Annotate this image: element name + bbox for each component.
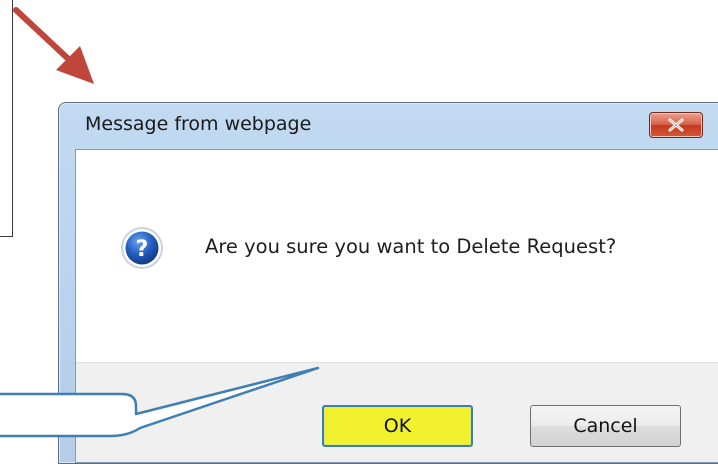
button-bar: OK Cancel — [76, 362, 718, 462]
close-icon — [668, 118, 684, 132]
arrow-icon — [13, 7, 94, 84]
message-text: Are you sure you want to Delete Request? — [205, 235, 617, 258]
close-button[interactable] — [649, 112, 703, 138]
dialog-titlebar[interactable]: Message from webpage — [59, 103, 718, 149]
svg-text:?: ? — [136, 237, 149, 262]
message-area: ? Are you sure you want to Delete Reques… — [76, 150, 718, 366]
message-dialog: Message from webpage ? Are you sure you … — [58, 102, 718, 464]
dialog-title: Message from webpage — [85, 113, 312, 135]
cancel-button[interactable]: Cancel — [530, 405, 681, 447]
question-icon: ? — [121, 227, 163, 269]
ok-button[interactable]: OK — [322, 405, 473, 447]
dialog-client-area: ? Are you sure you want to Delete Reques… — [75, 149, 718, 463]
